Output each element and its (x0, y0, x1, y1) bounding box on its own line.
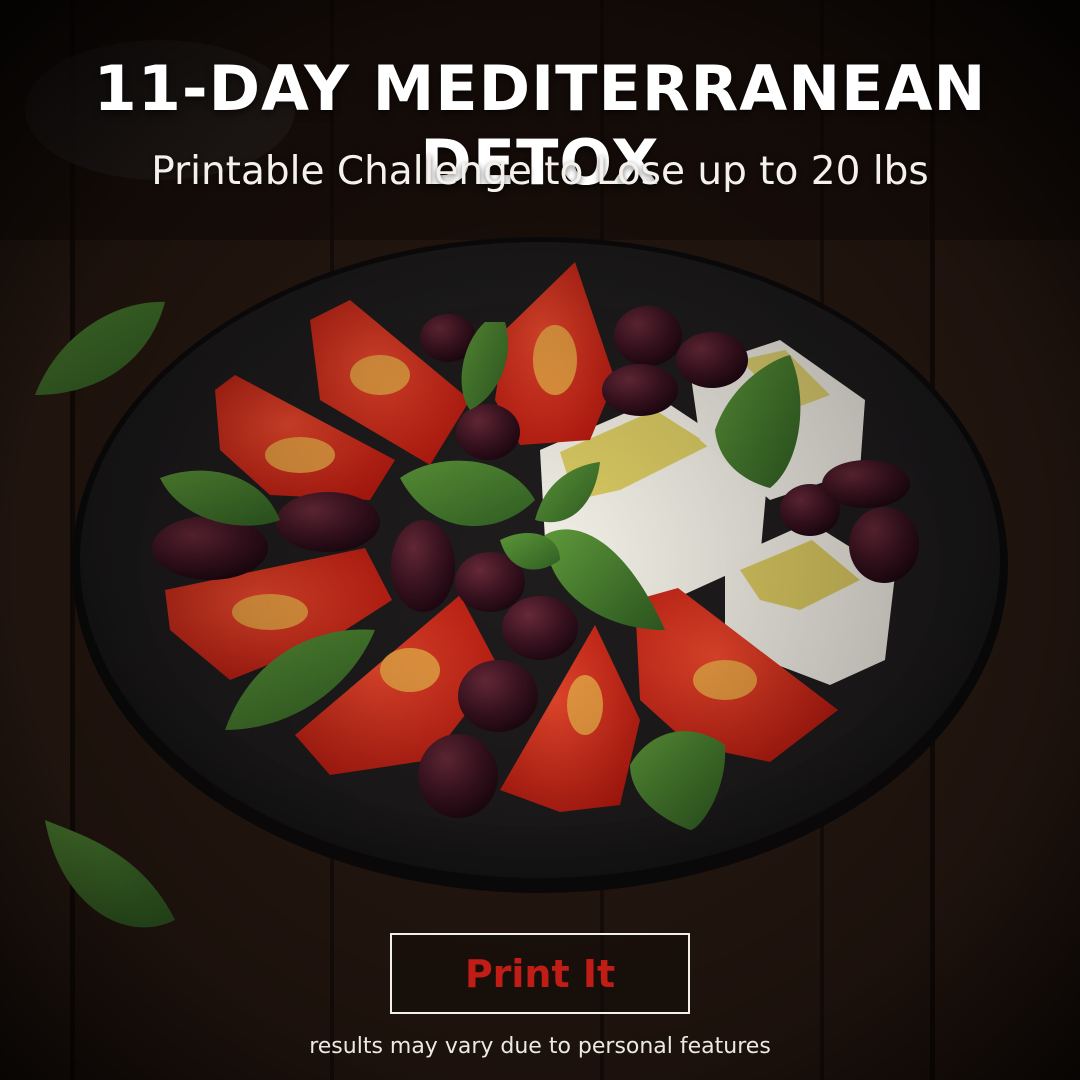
page-subtitle: Printable Challenge to Lose up to 20 lbs (151, 149, 929, 194)
results-disclaimer: results may vary due to personal feature… (309, 1034, 771, 1059)
print-it-button-label: Print It (464, 951, 616, 996)
print-it-button[interactable]: Print It (390, 933, 690, 1014)
